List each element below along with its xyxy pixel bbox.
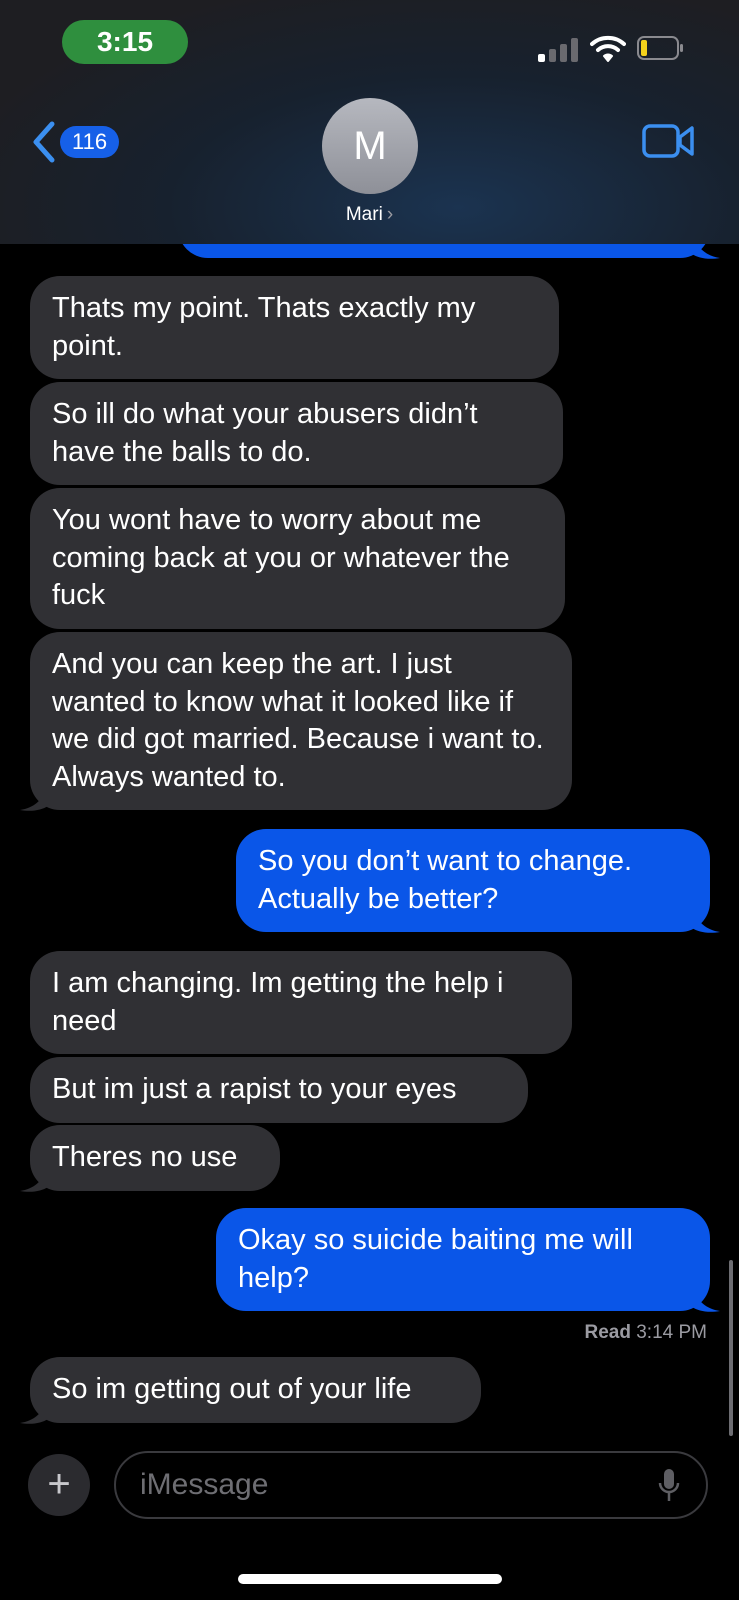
message-bubble-incoming[interactable]: You wont have to worry about me coming b… [30, 488, 565, 629]
add-attachment-button[interactable]: + [28, 1454, 90, 1516]
message-bubble-incoming[interactable]: I am changing. Im getting the help i nee… [30, 951, 572, 1054]
read-receipt-time: 3:14 PM [636, 1322, 707, 1343]
message-text: So im getting out of your life [52, 1373, 412, 1405]
message-text: Thats my point. Thats exactly my point. [52, 292, 476, 362]
message-bubble-outgoing[interactable]: Okay so suicide baiting me will help? [216, 1208, 720, 1312]
message-text: Theres no use [52, 1141, 238, 1173]
read-receipt: Read 3:14 PM [584, 1322, 707, 1344]
chevron-right-icon: › [386, 204, 394, 225]
message-text: I am changing. Im getting the help i nee… [52, 967, 504, 1037]
conversation-header: 3:15 116 M Mari › [0, 0, 739, 244]
microphone-icon[interactable] [658, 1468, 680, 1504]
message-text: So you don’t want to change. Actually be… [258, 845, 633, 915]
scrollbar[interactable] [729, 1260, 733, 1436]
contact-avatar[interactable]: M [322, 98, 418, 194]
cellular-signal-icon [538, 36, 580, 62]
read-receipt-label: Read [584, 1322, 631, 1343]
wifi-icon [590, 35, 626, 62]
message-bubble-incoming[interactable]: But im just a rapist to your eyes [30, 1057, 528, 1123]
status-time: 3:15 [62, 20, 188, 64]
message-bubble-incoming[interactable]: So ill do what your abusers didn’t have … [30, 382, 563, 485]
home-indicator [238, 1574, 502, 1584]
bubble-tail [692, 1289, 720, 1312]
message-bubble-outgoing[interactable]: So you don’t want to change. Actually be… [236, 829, 720, 933]
contact-name-button[interactable]: Mari › [0, 204, 739, 226]
bubble-tail [692, 910, 720, 933]
unread-count-badge: 116 [60, 126, 120, 158]
message-text: So ill do what your abusers didn’t have … [52, 398, 478, 468]
contact-name: Mari [345, 204, 383, 225]
message-input[interactable] [114, 1451, 708, 1519]
bubble-tail [20, 788, 48, 811]
message-bubble-incoming[interactable]: Thats my point. Thats exactly my point. [30, 276, 559, 379]
message-text: Okay so suicide baiting me will help? [238, 1224, 633, 1294]
message-text: You wont have to worry about me coming b… [52, 504, 510, 611]
bubble-tail [20, 1168, 48, 1192]
battery-icon [637, 36, 683, 60]
message-bubble-incoming[interactable]: Theres no use [20, 1125, 280, 1192]
video-camera-icon[interactable] [642, 122, 694, 160]
message-bubble-incoming[interactable]: And you can keep the art. I just wanted … [20, 632, 572, 811]
bubble-tail [20, 1400, 48, 1424]
message-text: And you can keep the art. I just wanted … [52, 648, 544, 793]
message-text: But im just a rapist to your eyes [52, 1073, 457, 1105]
message-bubble-incoming[interactable]: So im getting out of your life [20, 1357, 481, 1424]
chevron-left-icon [33, 121, 55, 163]
